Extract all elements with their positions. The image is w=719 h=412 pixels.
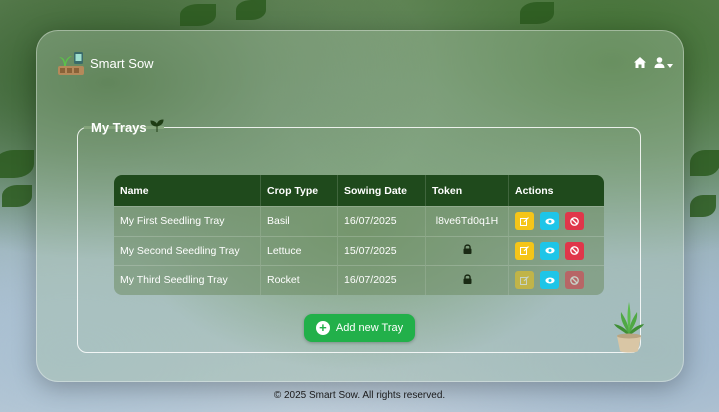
tray-actions [509,235,604,265]
eye-icon [544,247,555,254]
tray-token-locked [426,235,509,265]
tray-token: l8ve6Td0q1H [426,206,509,236]
add-new-tray-label: Add new Tray [335,322,404,334]
ban-icon [570,246,579,256]
lock-icon [463,244,471,255]
trays-table: Name Crop Type Sowing Date Token Actions… [114,175,604,295]
background-leaf [180,4,216,26]
background-leaf [690,150,719,176]
table-row: My Second Seedling Tray Lettuce 15/07/20… [114,235,604,265]
table-row: My First Seedling Tray Basil 16/07/2025 … [114,206,604,236]
tray-crop-type: Lettuce [261,235,338,265]
view-button[interactable] [540,212,559,231]
edit-icon [520,216,529,226]
background-leaf [690,195,716,217]
footer-copyright: © 2025 Smart Sow. All rights reserved. [273,390,446,401]
lock-icon [463,274,471,284]
edit-button[interactable] [515,212,534,231]
section-title: My Trays [86,119,169,135]
view-button[interactable] [540,271,559,290]
caret-down-icon [667,55,673,73]
edit-icon [520,275,529,285]
user-menu-dropdown[interactable] [654,55,673,73]
delete-button[interactable] [565,241,584,260]
background-leaf [0,150,34,178]
table-header-row: Name Crop Type Sowing Date Token Actions [114,175,604,206]
tray-sowing-date: 16/07/2025 [338,265,426,295]
tray-actions [509,265,604,295]
potted-plant-icon [612,300,646,354]
ban-icon [570,216,579,226]
brand[interactable]: Smart Sow [56,48,154,78]
background-leaf [520,2,554,24]
top-nav [634,55,673,73]
tray-name: My Third Seedling Tray [114,265,261,295]
view-button[interactable] [540,241,559,260]
tray-actions [509,206,604,236]
tray-crop-type: Basil [261,206,338,236]
eye-icon [544,277,555,284]
background-leaf [2,185,32,207]
tray-crop-type: Rocket [261,265,338,295]
smart-sow-logo-icon [56,48,86,78]
tray-sowing-date: 15/07/2025 [338,235,426,265]
sprout-icon [150,119,164,135]
user-icon [654,55,665,73]
edit-button[interactable] [515,271,534,290]
column-header-actions: Actions [509,175,604,206]
column-header-crop-type: Crop Type [261,175,338,206]
home-icon[interactable] [634,55,646,73]
edit-icon [520,246,529,256]
delete-button[interactable] [565,271,584,290]
section-title-text: My Trays [91,119,147,135]
ban-icon [570,275,579,285]
tray-name: My Second Seedling Tray [114,235,261,265]
tray-sowing-date: 16/07/2025 [338,206,426,236]
background-leaf [236,0,266,20]
column-header-name: Name [114,175,261,206]
delete-button[interactable] [565,212,584,231]
tray-token-locked [426,265,509,295]
plus-circle-icon: + [315,321,330,335]
tray-name: My First Seedling Tray [114,206,261,236]
edit-button[interactable] [515,241,534,260]
brand-name: Smart Sow [90,55,154,71]
column-header-token: Token [426,175,509,206]
eye-icon [544,218,555,225]
table-row: My Third Seedling Tray Rocket 16/07/2025 [114,265,604,295]
column-header-sowing-date: Sowing Date [338,175,426,206]
add-new-tray-button[interactable]: + Add new Tray [304,314,415,342]
